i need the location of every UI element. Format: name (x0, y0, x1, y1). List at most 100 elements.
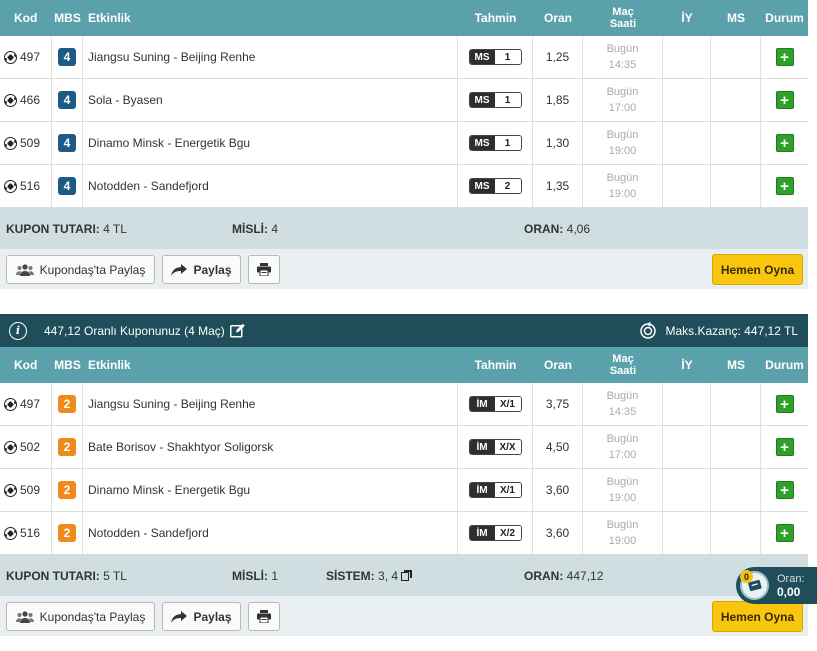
betslip-odds-value: 0,00 (777, 584, 801, 599)
multiplier-label: MİSLİ: (232, 221, 268, 236)
match-day: Bugün (606, 86, 639, 98)
ms-cell (711, 165, 761, 207)
prediction-value: X/1 (494, 483, 521, 497)
share-arrow-icon (171, 263, 188, 276)
kod-cell: 516 (0, 165, 52, 207)
add-match-button[interactable]: + (775, 524, 794, 542)
header-durum: Durum (765, 11, 804, 25)
match-time-cell: Bugün 14:35 (583, 383, 663, 425)
match-day: Bugün (606, 129, 639, 141)
prediction-cell: İM X/2 (458, 512, 533, 554)
iy-cell (663, 36, 711, 78)
soccer-ball-icon (4, 440, 17, 454)
event-name: Sola - Byasen (83, 79, 458, 121)
event-name: Dinamo Minsk - Energetik Bgu (83, 469, 458, 511)
add-match-button[interactable]: + (775, 91, 794, 109)
event-name: Notodden - Sandefjord (83, 165, 458, 207)
match-day: Bugün (606, 172, 639, 184)
add-match-button[interactable]: + (775, 48, 794, 66)
share-button[interactable]: Paylaş (162, 255, 241, 284)
coupon-title-text: 447,12 Oranlı Kuponunuz (4 Maç) (44, 323, 225, 338)
kod-value: 466 (20, 93, 41, 107)
coupon-summary: KUPON TUTARI: 4 TL MİSLİ: 4 ORAN: 4,06 (0, 208, 808, 249)
durum-cell: + (761, 512, 808, 554)
header-mac-saati: Maç Saati (583, 0, 663, 36)
header-tahmin: Tahmin (474, 11, 517, 25)
mbs-badge: 4 (58, 177, 76, 195)
prediction-type: MS (469, 179, 495, 193)
coupon-amount-value: 4 TL (103, 221, 127, 236)
prediction-value: X/2 (494, 526, 521, 540)
add-match-button[interactable]: + (775, 395, 794, 413)
mbs-cell: 2 (52, 469, 83, 511)
printer-icon (257, 610, 271, 623)
kod-value: 509 (20, 483, 41, 497)
odds-value: 1,30 (533, 122, 583, 164)
plus-icon: + (780, 438, 789, 456)
kod-value: 502 (20, 440, 41, 454)
ms-cell (711, 122, 761, 164)
odds-value: 1,35 (533, 165, 583, 207)
share-button[interactable]: Paylaş (162, 602, 241, 631)
add-match-button[interactable]: + (775, 481, 794, 499)
kod-value: 497 (20, 50, 41, 64)
durum-cell: + (761, 165, 808, 207)
header-mac-line2: Saati (609, 365, 637, 377)
coupon-actions: Kupondaş'ta Paylaş Paylaş Hemen Oyna (0, 249, 808, 289)
edit-icon[interactable] (229, 323, 245, 338)
add-match-button[interactable]: + (775, 134, 794, 152)
plus-icon: + (780, 481, 789, 499)
durum-cell: + (761, 122, 808, 164)
prediction-type: İM (469, 483, 495, 497)
betslip-odds-label: Oran: (777, 572, 805, 585)
iy-cell (663, 122, 711, 164)
odds-total: 447,12 (566, 568, 604, 583)
match-day: Bugün (606, 476, 639, 488)
add-match-button[interactable]: + (775, 177, 794, 195)
match-day: Bugün (606, 519, 639, 531)
match-time-cell: Bugün 19:00 (583, 122, 663, 164)
event-name: Bate Borisov - Shakhtyor Soligorsk (83, 426, 458, 468)
users-icon (15, 263, 34, 276)
soccer-ball-icon (4, 93, 17, 107)
add-match-button[interactable]: + (775, 438, 794, 456)
print-button[interactable] (248, 602, 280, 631)
print-button[interactable] (248, 255, 280, 284)
odds-label: ORAN: (524, 568, 564, 583)
odds-total: 4,06 (566, 221, 591, 236)
coupon-multiplier: MİSLİ: 4 (232, 222, 278, 236)
prediction-value: X/X (494, 440, 521, 454)
header-kod: Kod (14, 11, 38, 25)
match-time-cell: Bugün 19:00 (583, 512, 663, 554)
soccer-ball-icon (4, 483, 17, 497)
mbs-cell: 4 (52, 122, 83, 164)
iy-cell (663, 512, 711, 554)
header-oran: Oran (543, 358, 572, 372)
betslip-odds-widget[interactable]: 0 Oran: 0,00 (736, 567, 817, 604)
prediction-type: İM (469, 397, 495, 411)
coupon-amount: KUPON TUTARI: 5 TL (6, 569, 127, 583)
play-now-button[interactable]: Hemen Oyna (712, 254, 803, 285)
copy-icon[interactable] (401, 569, 413, 581)
max-win-label: Maks.Kazanç: (665, 323, 741, 338)
header-ms: MS (727, 11, 745, 25)
match-time: 17:00 (608, 102, 637, 114)
header-tahmin: Tahmin (474, 358, 517, 372)
multiplier-value: 4 (271, 221, 279, 236)
share-kupondas-button[interactable]: Kupondaş'ta Paylaş (6, 602, 155, 631)
mbs-badge: 4 (58, 91, 76, 109)
refresh-icon[interactable] (639, 321, 657, 340)
match-day: Bugün (606, 433, 639, 445)
prediction-cell: MS 2 (458, 165, 533, 207)
match-time-cell: Bugün 17:00 (583, 426, 663, 468)
table-header: Kod MBS Etkinlik Tahmin Oran Maç Saati İ… (0, 0, 808, 36)
header-durum: Durum (765, 358, 804, 372)
mbs-badge: 2 (58, 481, 76, 499)
share-kupondas-label: Kupondaş'ta Paylaş (39, 262, 146, 277)
coupon-multiplier: MİSLİ: 1 (232, 569, 278, 583)
event-name: Dinamo Minsk - Energetik Bgu (83, 122, 458, 164)
share-kupondas-button[interactable]: Kupondaş'ta Paylaş (6, 255, 155, 284)
play-now-button[interactable]: Hemen Oyna (712, 601, 803, 632)
odds-value: 3,75 (533, 383, 583, 425)
coupon-amount-value: 5 TL (103, 568, 127, 583)
